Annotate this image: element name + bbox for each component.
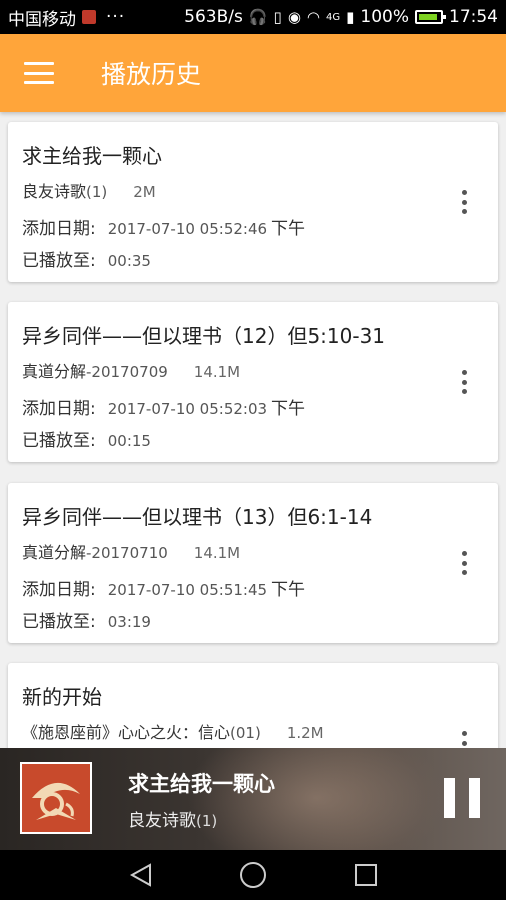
file-size: 2M: [133, 183, 156, 201]
file-size: 14.1M: [193, 544, 241, 562]
track-album-line: 真道分解-20170709 14.1M: [22, 358, 240, 382]
more-notifications-indicator: ···: [106, 7, 126, 27]
more-options-icon[interactable]: [460, 370, 468, 394]
pause-icon[interactable]: [444, 778, 480, 818]
track-title: 新的开始: [22, 685, 102, 709]
played-to-line: 已播放至: 00:15: [22, 426, 151, 451]
added-date-value: 2017-07-10 05:52:03: [107, 400, 268, 418]
album-episode: (1): [86, 183, 108, 201]
battery-percent: 100%: [360, 7, 409, 27]
added-date-label: 添加日期:: [22, 580, 96, 600]
added-date-value: 2017-07-10 05:52:46: [107, 220, 268, 238]
carrier-group: 中国移动 ···: [8, 5, 125, 30]
played-to-label: 已播放至:: [22, 251, 96, 271]
history-item[interactable]: 异乡同伴——但以理书（12）但5:10-31 真道分解-20170709 14.1…: [8, 302, 498, 462]
track-album-line: 真道分解-20170710 14.1M: [22, 539, 240, 563]
played-to-value: 03:19: [107, 613, 151, 631]
file-size: 1.2M: [286, 724, 324, 742]
album-name: 《施恩座前》心心之火：信心: [22, 723, 231, 742]
track-title: 异乡同伴——但以理书（12）但5:10-31: [22, 324, 386, 348]
album-episode: -20170709: [86, 363, 168, 381]
recent-apps-icon[interactable]: [355, 864, 377, 886]
more-options-icon[interactable]: [460, 190, 468, 214]
added-date-ampm: 下午: [271, 580, 306, 600]
added-date-label: 添加日期:: [22, 219, 96, 239]
track-title: 求主给我一颗心: [22, 144, 162, 168]
now-playing-album-episode: (1): [196, 812, 218, 830]
headphones-icon: 🎧: [248, 8, 268, 26]
page-title: 播放历史: [101, 60, 202, 89]
now-playing-album: 良友诗歌(1): [128, 806, 217, 831]
more-options-icon[interactable]: [460, 731, 468, 748]
mini-player[interactable]: 求主给我一颗心 良友诗歌(1): [0, 748, 506, 850]
history-item[interactable]: 求主给我一颗心 良友诗歌(1) 2M 添加日期: 2017-07-10 05:52:…: [8, 122, 498, 282]
added-date-ampm: 下午: [271, 219, 306, 239]
system-nav-bar: [0, 850, 506, 900]
now-playing-title: 求主给我一颗心: [128, 772, 275, 796]
added-date-line: 添加日期: 2017-07-10 05:52:46 下午: [22, 214, 305, 239]
played-to-line: 已播放至: 03:19: [22, 607, 151, 632]
history-list[interactable]: 求主给我一颗心 良友诗歌(1) 2M 添加日期: 2017-07-10 05:52:…: [0, 112, 506, 748]
played-to-label: 已播放至:: [22, 612, 96, 632]
now-playing-album-name: 良友诗歌: [128, 811, 196, 831]
network-type: 4G: [326, 11, 341, 23]
eye-icon: ◉: [287, 8, 301, 26]
app-bar: 播放历史: [0, 34, 506, 112]
added-date-line: 添加日期: 2017-07-10 05:51:45 下午: [22, 575, 305, 600]
track-album-line: 良友诗歌(1) 2M: [22, 178, 156, 202]
played-to-label: 已播放至:: [22, 431, 96, 451]
home-icon[interactable]: [240, 862, 266, 888]
album-cover[interactable]: [20, 762, 92, 834]
back-icon[interactable]: [128, 862, 154, 888]
more-options-icon[interactable]: [460, 551, 468, 575]
file-size: 14.1M: [193, 363, 241, 381]
history-item[interactable]: 新的开始 《施恩座前》心心之火：信心(01) 1.2M: [8, 663, 498, 748]
history-item[interactable]: 异乡同伴——但以理书（13）但6:1-14 真道分解-20170710 14.1M…: [8, 483, 498, 643]
played-to-value: 00:35: [107, 252, 151, 270]
album-episode: -20170710: [86, 544, 168, 562]
signal-icon: ▮: [346, 8, 355, 26]
added-date-line: 添加日期: 2017-07-10 05:52:03 下午: [22, 394, 305, 419]
track-album-line: 《施恩座前》心心之火：信心(01) 1.2M: [22, 719, 324, 743]
album-name: 真道分解: [22, 362, 87, 381]
wifi-icon: ◠: [306, 8, 320, 26]
battery-icon: [415, 10, 446, 24]
added-date-value: 2017-07-10 05:51:45: [107, 581, 268, 599]
network-speed: 563B/s: [184, 7, 243, 27]
carrier-name: 中国移动: [8, 9, 76, 30]
played-to-value: 00:15: [107, 432, 151, 450]
played-to-line: 已播放至: 00:35: [22, 246, 151, 271]
added-date-label: 添加日期:: [22, 399, 96, 419]
track-title: 异乡同伴——但以理书（13）但6:1-14: [22, 505, 373, 529]
menu-icon[interactable]: [24, 62, 54, 84]
player-background-art: [186, 748, 446, 850]
album-episode: (01): [230, 724, 261, 742]
added-date-ampm: 下午: [271, 399, 306, 419]
clock: 17:54: [449, 7, 498, 27]
notification-app-icon: [82, 10, 96, 24]
status-bar: 中国移动 ··· 563B/s 🎧 ▯ ◉ ◠ 4G ▮ 100% 17:54: [0, 0, 506, 34]
album-cover-art: [22, 764, 90, 832]
status-right: 563B/s 🎧 ▯ ◉ ◠ 4G ▮ 100% 17:54: [184, 7, 498, 27]
album-name: 真道分解: [22, 543, 87, 562]
vibrate-icon: ▯: [273, 8, 282, 26]
album-name: 良友诗歌: [22, 182, 87, 201]
